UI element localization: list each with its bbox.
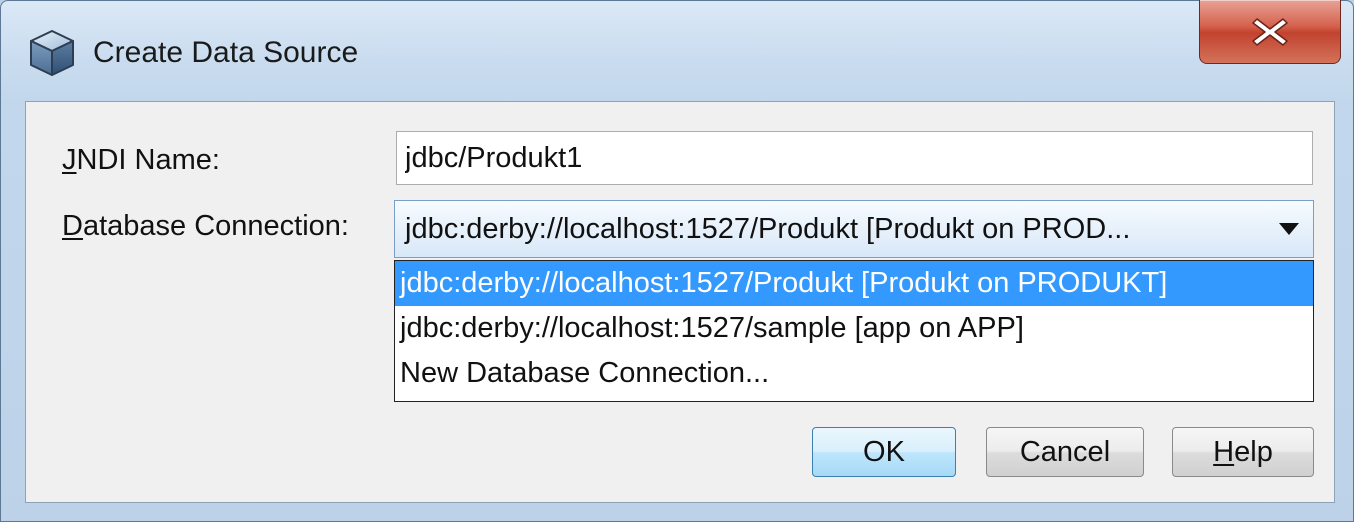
title-bar[interactable]: Create Data Source — [1, 0, 1353, 101]
jndi-name-label: JNDI Name: — [62, 140, 220, 180]
db-label-text: atabase Connection: — [82, 210, 349, 242]
chevron-down-icon[interactable] — [1279, 223, 1299, 235]
cube-icon — [30, 30, 74, 76]
window-title: Create Data Source — [93, 36, 359, 69]
jndi-name-input[interactable] — [396, 131, 1313, 185]
database-connection-label: Database Connection: — [62, 206, 349, 246]
db-accesskey: D — [62, 210, 83, 242]
combobox-selected-value: jdbc:derby://localhost:1527/Produkt [Pro… — [405, 213, 1131, 245]
dropdown-option-produkt[interactable]: jdbc:derby://localhost:1527/Produkt [Pro… — [395, 261, 1313, 306]
ok-button[interactable]: OK — [812, 427, 956, 477]
close-icon — [1252, 17, 1288, 46]
jndi-accesskey: J — [62, 144, 77, 176]
dialog-content: JNDI Name: Database Connection: jdbc:der… — [25, 101, 1335, 503]
help-button[interactable]: Help — [1172, 427, 1314, 477]
dropdown-option-new-connection[interactable]: New Database Connection... — [395, 351, 1313, 396]
close-button[interactable] — [1199, 0, 1341, 64]
dialog-window: Create Data Source JNDI Name: Database C… — [0, 0, 1354, 522]
cancel-button[interactable]: Cancel — [986, 427, 1144, 477]
database-connection-dropdown-list: jdbc:derby://localhost:1527/Produkt [Pro… — [394, 260, 1314, 402]
dropdown-option-sample[interactable]: jdbc:derby://localhost:1527/sample [app … — [395, 306, 1313, 351]
jndi-label-text: NDI Name: — [76, 144, 220, 176]
help-label-text: elp — [1234, 436, 1273, 468]
help-accesskey: H — [1213, 436, 1235, 468]
database-connection-combobox[interactable]: jdbc:derby://localhost:1527/Produkt [Pro… — [394, 200, 1314, 258]
